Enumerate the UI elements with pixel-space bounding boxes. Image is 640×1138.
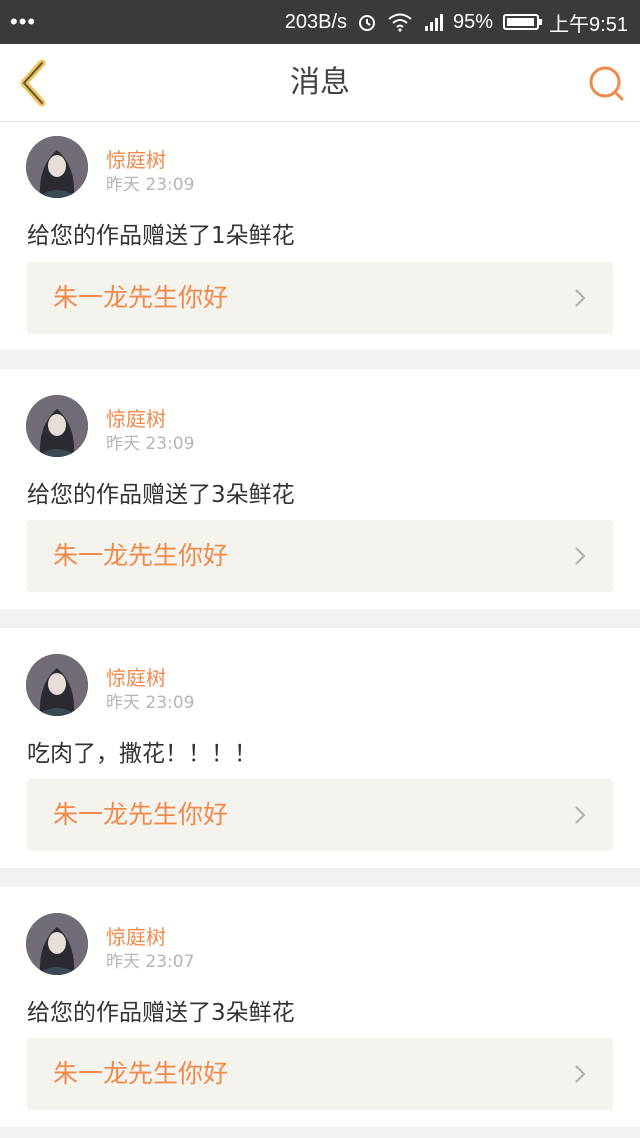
avatar[interactable] [26, 136, 88, 198]
username[interactable]: 惊庭树 [106, 403, 166, 432]
message-card: 惊庭树 昨天 23:09 吃肉了，撒花！！！！ 朱一龙先生你好 [0, 628, 640, 868]
alarm-icon [359, 15, 376, 31]
username[interactable]: 惊庭树 [106, 921, 166, 950]
timestamp: 昨天 23:07 [106, 952, 195, 972]
message-text: 吃肉了，撒花！！！！ [27, 741, 257, 767]
message-card: 惊庭树 昨天 23:09 给您的作品赠送了1朵鲜花 朱一龙先生你好 [0, 122, 640, 350]
user-avatar-icon [26, 913, 88, 975]
chevron-right-icon [575, 547, 586, 565]
work-link[interactable]: 朱一龙先生你好 [27, 1038, 613, 1110]
message-text: 给您的作品赠送了1朵鲜花 [27, 223, 295, 249]
chevron-right-icon [575, 1065, 586, 1083]
user-avatar-icon [26, 136, 88, 198]
battery-percent: 95% [453, 10, 494, 33]
search-icon [589, 66, 624, 101]
net-speed: 203B/s [284, 10, 348, 33]
status-bar: ••• 203B/s 95% 上午9:51 [0, 0, 640, 44]
username[interactable]: 惊庭树 [106, 662, 166, 691]
message-card: 惊庭树 昨天 23:07 给您的作品赠送了3朵鲜花 朱一龙先生你好 [0, 887, 640, 1127]
message-text: 给您的作品赠送了3朵鲜花 [27, 482, 295, 508]
work-title: 朱一龙先生你好 [53, 541, 229, 570]
avatar[interactable] [26, 395, 88, 457]
timestamp: 昨天 23:09 [106, 434, 195, 454]
user-avatar-icon [26, 395, 88, 457]
battery-icon [503, 14, 543, 30]
status-icons: 203B/s 95% 上午9:51 [285, 8, 628, 37]
user-avatar-icon [26, 654, 88, 716]
clock: 上午9:51 [549, 13, 628, 36]
chevron-right-icon [575, 806, 586, 824]
wifi-icon [388, 13, 412, 32]
message-text: 给您的作品赠送了3朵鲜花 [27, 1000, 295, 1026]
work-title: 朱一龙先生你好 [53, 283, 229, 312]
signal-icon [425, 14, 444, 31]
avatar[interactable] [26, 913, 88, 975]
timestamp: 昨天 23:09 [106, 175, 195, 195]
work-link[interactable]: 朱一龙先生你好 [27, 520, 613, 592]
search-button[interactable] [586, 63, 626, 103]
avatar[interactable] [26, 654, 88, 716]
more-dots-icon: ••• [10, 9, 37, 34]
message-card: 惊庭树 昨天 23:09 给您的作品赠送了3朵鲜花 朱一龙先生你好 [0, 369, 640, 609]
username[interactable]: 惊庭树 [106, 144, 166, 173]
nav-bar: 消息 [0, 44, 640, 122]
work-link[interactable]: 朱一龙先生你好 [27, 779, 613, 851]
page-title: 消息 [290, 65, 350, 100]
work-title: 朱一龙先生你好 [53, 1059, 229, 1088]
work-link[interactable]: 朱一龙先生你好 [27, 262, 613, 334]
chevron-right-icon [575, 289, 586, 307]
work-title: 朱一龙先生你好 [53, 800, 229, 829]
timestamp: 昨天 23:09 [106, 693, 195, 713]
